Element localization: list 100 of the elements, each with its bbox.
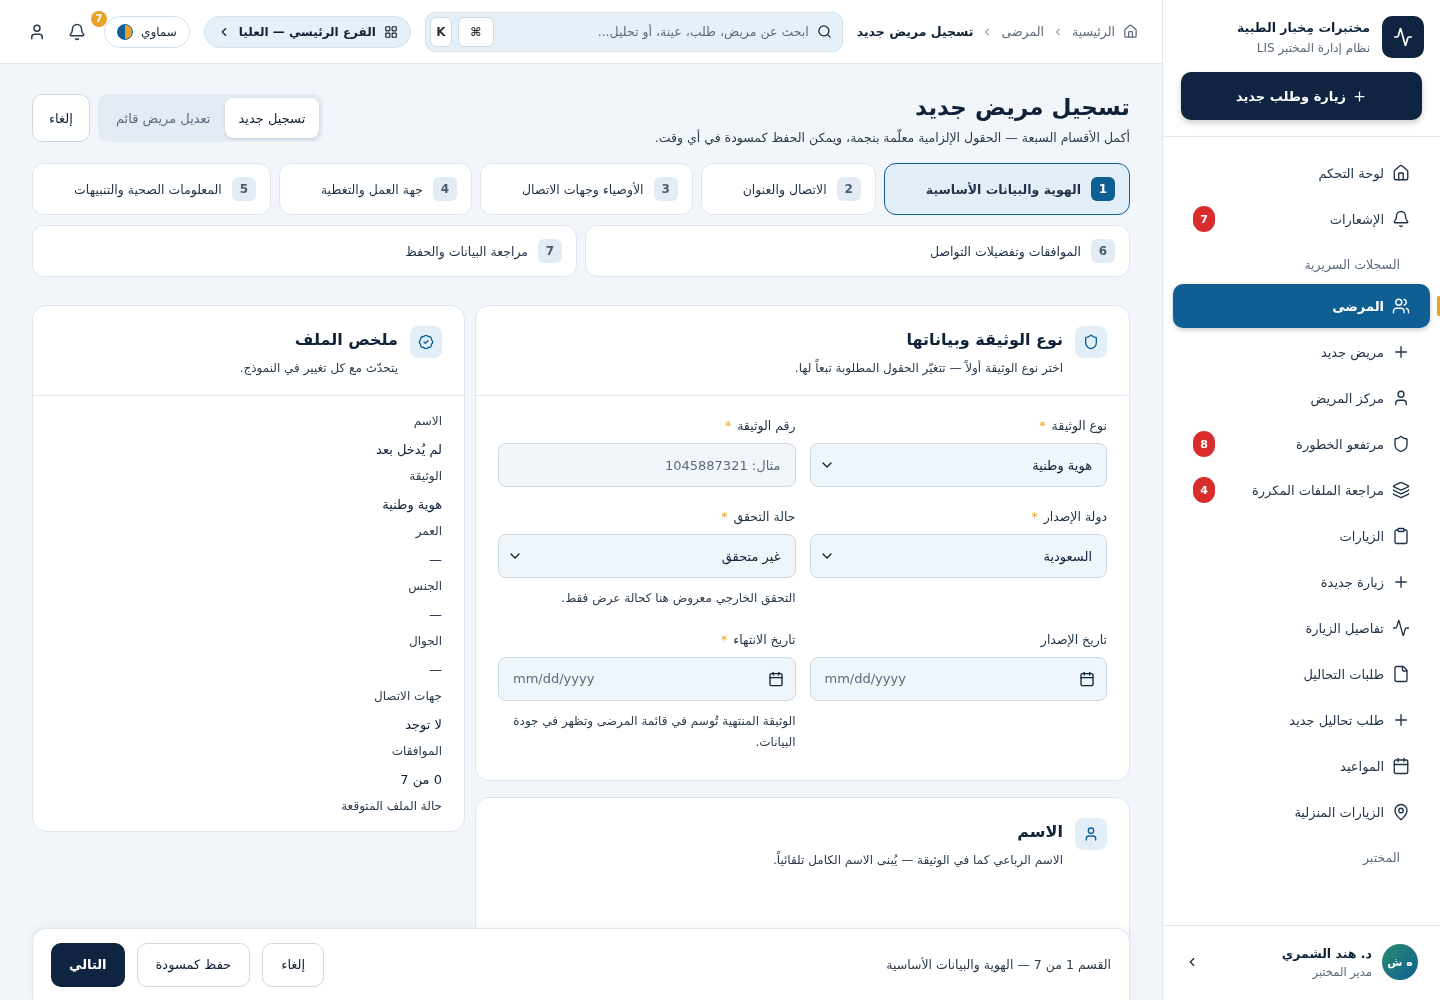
field-label: تاريخ الانتهاء * xyxy=(720,631,796,647)
mode-tab[interactable]: تعديل مريض قائم xyxy=(101,98,225,138)
shortcut-key: ⌘ xyxy=(457,16,494,47)
date-field[interactable]: mm/dd/yyyy xyxy=(809,656,1107,701)
user-icon xyxy=(1075,817,1107,850)
card-subtitle: الاسم الرباعي كما في الوثيقة — يُبنى الاسم الكامل تلقائياً. xyxy=(772,852,1063,867)
summary-value: لم يُدخل بعد xyxy=(375,442,442,457)
breadcrumb-link[interactable]: الرئيسية xyxy=(1071,24,1115,39)
nav-item[interactable]: الزيارات xyxy=(1173,514,1430,558)
nav-item[interactable]: مريض جديد xyxy=(1173,330,1430,374)
breadcrumb-link[interactable]: المرضى xyxy=(1001,24,1044,39)
field-label: تاريخ الإصدار xyxy=(1039,631,1107,647)
search-icon xyxy=(816,24,832,39)
grid-icon xyxy=(383,24,398,39)
card-title: الاسم xyxy=(1016,821,1063,841)
field-label: نوع الوثيقة * xyxy=(1038,418,1107,433)
summary-label: الوثيقة xyxy=(408,469,442,483)
summary-label: العمر xyxy=(414,524,442,538)
bell-icon xyxy=(1392,210,1410,228)
user-role: مدير المختبر xyxy=(1311,964,1372,979)
nav-item[interactable]: لوحة التحكم xyxy=(1173,151,1430,195)
select-field[interactable]: هوية وطنية xyxy=(809,443,1107,487)
breadcrumb-link[interactable]: تسجيل مريض جديد xyxy=(856,24,974,39)
plus-icon xyxy=(1352,88,1368,104)
card-title: نوع الوثيقة وبياناتها xyxy=(905,330,1063,349)
file-icon xyxy=(1392,665,1410,683)
select-field[interactable]: السعودية xyxy=(809,534,1107,578)
brand-title: مختبرات مِخبار الطبية xyxy=(1237,19,1370,35)
layers-icon xyxy=(1392,481,1410,499)
nav-item[interactable]: طلب تحاليل جديد xyxy=(1173,698,1430,742)
calendar-icon xyxy=(767,670,784,687)
count-badge: 7 xyxy=(1193,206,1215,232)
plus-icon xyxy=(1392,711,1410,729)
nav-item[interactable]: طلبات التحاليل xyxy=(1173,652,1430,696)
search-input[interactable]: ابحث عن مريض، طلب، عينة، أو تحليل... xyxy=(499,23,811,40)
user-avatar: ه ش xyxy=(1382,944,1418,980)
summary-value: — xyxy=(428,607,442,622)
field-label: رقم الوثيقة * xyxy=(723,418,796,433)
bell-icon xyxy=(68,22,86,41)
nav-item[interactable]: مركز المريض xyxy=(1173,376,1430,420)
select-field[interactable]: غير متحقق xyxy=(498,534,796,578)
footer-button[interactable]: إلغاء xyxy=(262,942,325,987)
theme-selector[interactable]: سماوي xyxy=(104,15,190,48)
clipboard-icon xyxy=(1392,527,1410,545)
summary-label: الاسم xyxy=(412,414,442,428)
summary-value: هوية وطنية xyxy=(381,497,442,512)
nav-section-title: السجلات السريرية xyxy=(1303,256,1401,275)
calendar-icon xyxy=(1079,670,1095,687)
count-badge: 4 xyxy=(1193,477,1215,503)
cancel-button[interactable]: إلغاء xyxy=(32,94,90,142)
page-subtitle: أكمل الأقسام السبعة — الحقول الإلزامية معلّمة بنجمة، ويمكن الحفظ كمسودة في أي وقت. xyxy=(654,130,1130,145)
user-icon xyxy=(1392,389,1410,407)
nav-section-title: المختبر xyxy=(1361,849,1401,867)
count-badge: 8 xyxy=(1193,431,1215,457)
count-badge: 7 xyxy=(91,10,107,27)
field-label: حالة التحقق * xyxy=(720,509,796,524)
summary-label: الموافقات xyxy=(390,744,442,758)
branch-selector[interactable]: الفرع الرئيسي — العليا xyxy=(203,15,411,48)
new-visit-button[interactable]: زيارة وطلب جديد xyxy=(1181,72,1422,120)
map-pin-icon xyxy=(1392,803,1410,821)
progress-text: القسم 1 من 7 — الهوية والبيانات الأساسية xyxy=(886,957,1111,972)
input-field[interactable]: مثال: 1045887321 xyxy=(498,443,796,487)
next-button[interactable]: التالي xyxy=(51,942,125,987)
users-icon xyxy=(1392,297,1410,315)
logo-icon xyxy=(1382,16,1424,58)
mode-tab[interactable]: تسجيل جديد xyxy=(224,98,320,138)
card-title: ملخص الملف xyxy=(293,330,398,349)
home-icon xyxy=(1392,164,1410,182)
theme-icon xyxy=(117,23,133,40)
nav-item[interactable]: زيارة جديدة xyxy=(1173,560,1430,604)
field-label: دولة الإصدار * xyxy=(1030,509,1107,524)
summary-value: 0 من 7 xyxy=(399,772,442,787)
summary-value: — xyxy=(428,662,442,677)
pulse-icon xyxy=(1392,619,1410,637)
user-name: د. هند الشمري xyxy=(1280,945,1372,961)
plus-icon xyxy=(1392,343,1410,361)
check-badge-icon xyxy=(410,326,442,358)
summary-label: حالة الملف المتوقعة xyxy=(340,799,442,813)
summary-label: الجنس xyxy=(407,579,442,593)
summary-value: لا توجد xyxy=(404,717,442,732)
shortcut-key: K xyxy=(429,16,452,47)
nav-item[interactable]: المواعيد xyxy=(1173,744,1430,788)
calendar-icon xyxy=(1392,757,1410,775)
card-subtitle: اختر نوع الوثيقة أولاً — تتغيّر الحقول المطلوبة تبعاً لها. xyxy=(794,361,1063,375)
brand-subtitle: نظام إدارة المختبر LIS xyxy=(1255,40,1370,55)
field-hint: التحقق الخارجي معروض هنا كحالة عرض فقط. xyxy=(560,590,796,608)
home-icon xyxy=(1123,24,1138,39)
summary-value: — xyxy=(428,552,442,567)
shield-icon xyxy=(1075,326,1107,358)
field-hint: الوثيقة المنتهية تُوسم في قائمة المرضى وتظهر في جودة البيانات. xyxy=(512,712,796,752)
nav-item[interactable]: الزيارات المنزلية xyxy=(1173,790,1430,834)
page-title: تسجيل مريض جديد xyxy=(914,94,1130,120)
card-subtitle: يتحدّث مع كل تغيير في النموذج. xyxy=(239,361,398,375)
date-field[interactable]: mm/dd/yyyy xyxy=(498,656,796,701)
user-icon xyxy=(28,22,46,41)
summary-label: جهات الاتصال xyxy=(373,689,442,703)
nav-item[interactable]: تفاصيل الزيارة xyxy=(1173,606,1430,650)
active-marker xyxy=(1437,296,1440,316)
plus-icon xyxy=(1392,573,1410,591)
footer-button[interactable]: حفظ كمسودة xyxy=(136,942,251,987)
